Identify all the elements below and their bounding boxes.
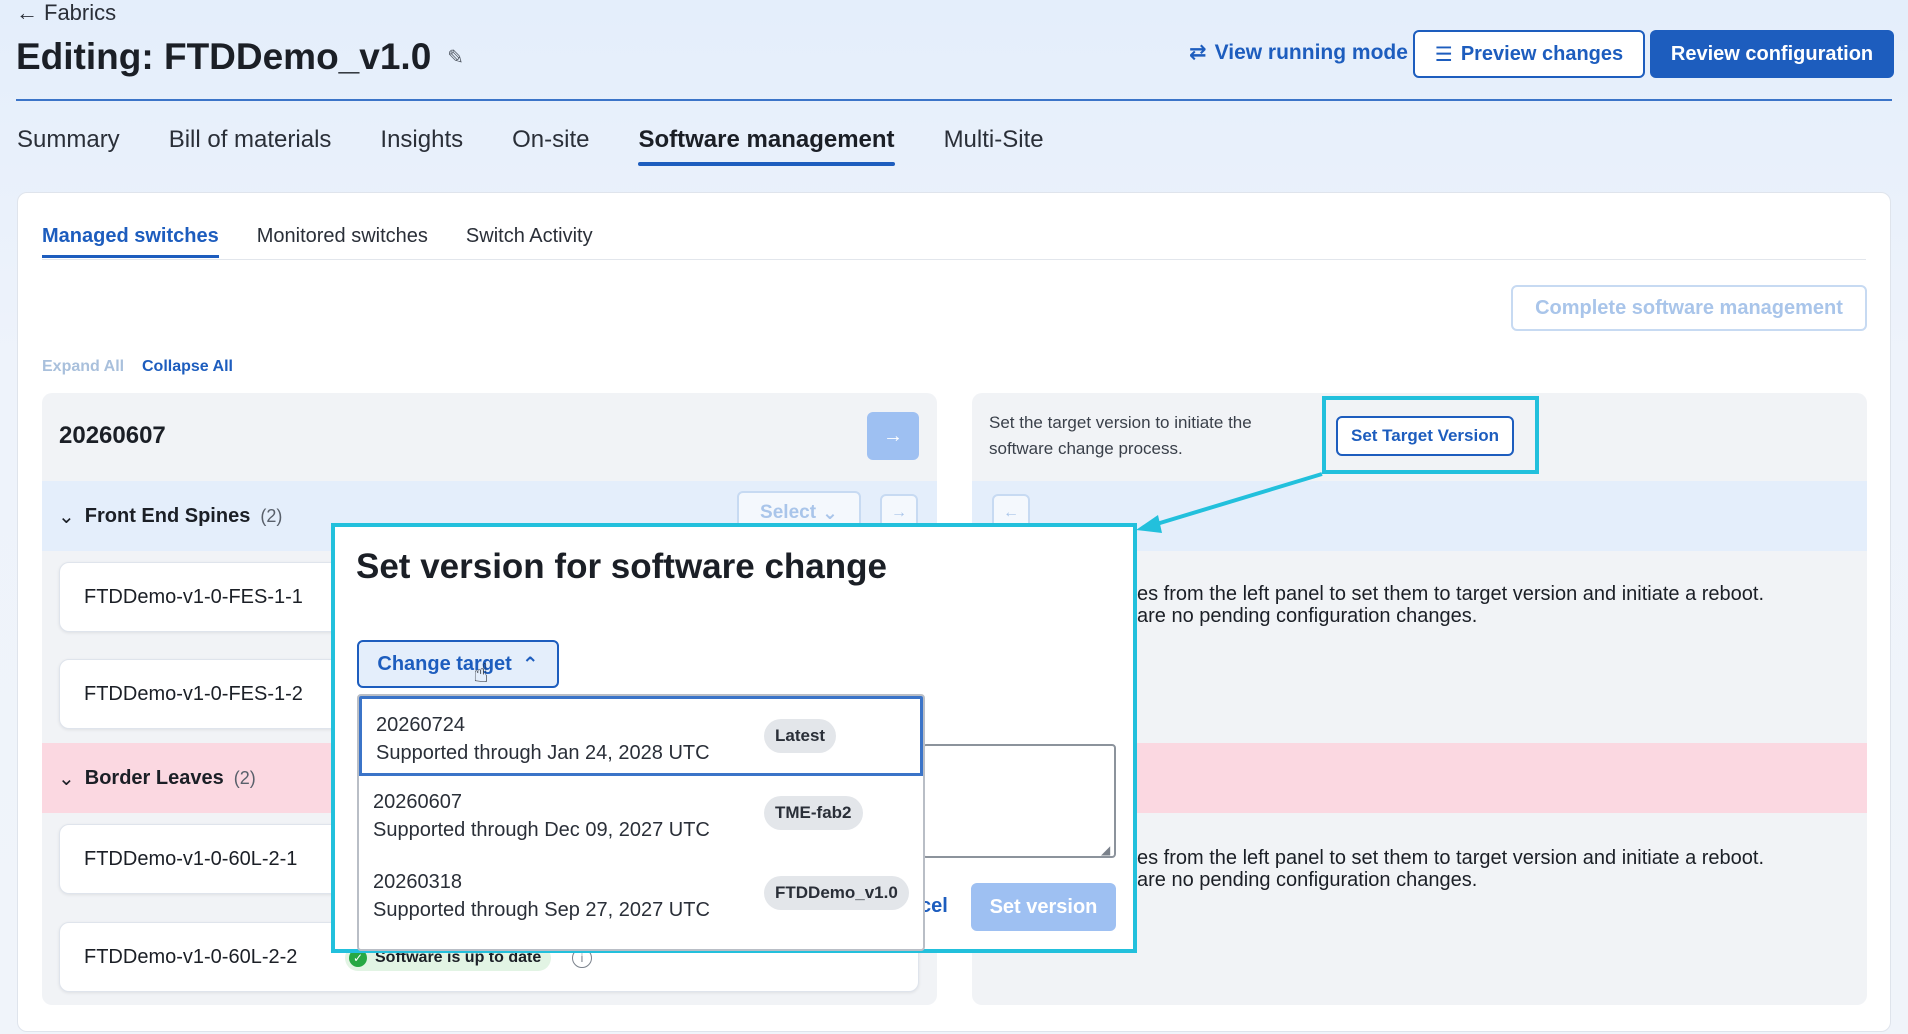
switch-name: FTDDemo-v1-0-60L-2-1 (84, 847, 298, 870)
page-title: Editing: FTDDemo_v1.0 ✎ (16, 36, 464, 78)
main-tabs: Summary Bill of materials Insights On-si… (17, 126, 1044, 166)
notes-textarea[interactable] (922, 744, 1116, 858)
change-target-label: Change target (377, 652, 512, 675)
modal-title: Set version for software change (356, 547, 887, 586)
message-line: es from the left panel to set them to ta… (1137, 847, 1765, 869)
tab-summary[interactable]: Summary (17, 126, 120, 166)
swap-icon: ⇄ (1189, 41, 1207, 64)
option-tag: FTDDemo_v1.0 (764, 876, 909, 910)
option-tag: TME-fab2 (764, 796, 863, 830)
tab-monitored-switches[interactable]: Monitored switches (257, 225, 428, 258)
back-link-label: Fabrics (44, 0, 117, 25)
complete-software-management-button[interactable]: Complete software management (1511, 285, 1867, 331)
list-icon: ☰ (1434, 43, 1453, 66)
tab-switch-activity[interactable]: Switch Activity (466, 225, 593, 258)
tab-insights[interactable]: Insights (380, 126, 463, 166)
select-dropdown-label: Select (760, 502, 817, 523)
hand-cursor-icon: ☝ (473, 658, 489, 688)
move-right-button[interactable]: → (867, 412, 919, 460)
collapse-all-link[interactable]: Collapse All (142, 358, 233, 376)
review-configuration-button[interactable]: Review configuration (1650, 30, 1894, 78)
group-name: Border Leaves (84, 766, 224, 789)
tab-on-site[interactable]: On-site (512, 126, 589, 166)
message-line: es from the left panel to set them to ta… (1137, 583, 1765, 605)
chevron-down-icon: ⌄ (58, 505, 75, 528)
message-line: are no pending configuration changes. (1137, 605, 1478, 627)
message-line: are no pending configuration changes. (1137, 869, 1478, 891)
header-divider (16, 99, 1892, 101)
set-version-button[interactable]: Set version (971, 883, 1116, 931)
expand-all-link[interactable]: Expand All (42, 358, 124, 376)
back-link[interactable]: ← Fabrics (16, 0, 116, 26)
chevron-down-icon: ⌄ (822, 502, 838, 524)
version-option[interactable]: 20260318 Supported through Sep 27, 2027 … (359, 856, 923, 936)
current-version-label: 20260607 (59, 422, 166, 449)
subtab-divider (42, 259, 1866, 260)
switch-name: FTDDemo-v1-0-60L-2-2 (84, 945, 298, 968)
view-running-mode-label: View running mode (1214, 40, 1408, 64)
arrow-left-icon: ← (1003, 504, 1019, 521)
target-version-hint: Set the target version to initiate the s… (989, 413, 1252, 458)
resize-grip-icon[interactable]: ◢ (1101, 843, 1110, 857)
chevron-up-icon: ⌃ (521, 653, 539, 676)
sub-tabs: Managed switches Monitored switches Swit… (42, 225, 593, 258)
tab-multi-site[interactable]: Multi-Site (944, 126, 1044, 166)
chevron-down-icon: ⌄ (58, 767, 75, 790)
version-option[interactable]: 20260724 Supported through Jan 24, 2028 … (359, 696, 923, 776)
page-title-text: Editing: FTDDemo_v1.0 (16, 36, 432, 77)
view-running-mode-button[interactable]: ⇄ View running mode (1189, 40, 1408, 65)
empty-target-message: es from the left panel to set them to ta… (1137, 583, 1764, 627)
tab-bill-of-materials[interactable]: Bill of materials (169, 126, 332, 166)
tab-managed-switches[interactable]: Managed switches (42, 225, 219, 258)
arrow-right-icon: → (883, 424, 903, 447)
change-target-button[interactable]: Change target ⌃ (357, 640, 559, 688)
empty-target-message: es from the left panel to set them to ta… (1137, 847, 1764, 891)
switch-name: FTDDemo-v1-0-FES-1-2 (84, 682, 303, 705)
option-tag: Latest (764, 719, 837, 753)
highlight-box (1322, 396, 1539, 474)
version-option[interactable]: 20260607 Supported through Dec 09, 2027 … (359, 776, 923, 856)
arrow-left-icon: ← (16, 0, 38, 25)
version-dropdown-list: 20260724 Supported through Jan 24, 2028 … (357, 694, 925, 951)
group-name: Front End Spines (84, 504, 251, 527)
preview-changes-button[interactable]: ☰ Preview changes (1413, 30, 1645, 78)
group-count: (2) (260, 505, 283, 526)
preview-changes-label: Preview changes (1460, 42, 1624, 65)
arrow-right-icon: → (891, 504, 907, 521)
pencil-icon[interactable]: ✎ (447, 45, 464, 70)
group-count: (2) (233, 767, 256, 788)
tab-software-management[interactable]: Software management (638, 126, 895, 166)
switch-name: FTDDemo-v1-0-FES-1-1 (84, 585, 303, 608)
